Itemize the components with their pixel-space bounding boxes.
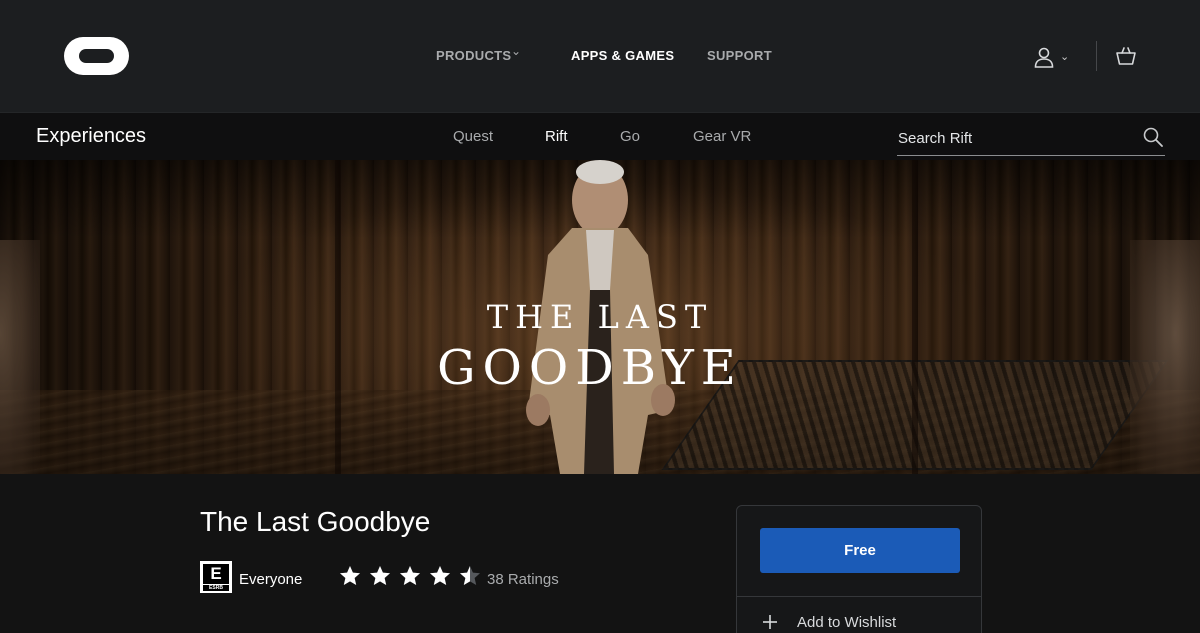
hero-side-figure bbox=[0, 240, 40, 474]
get-free-button[interactable]: Free bbox=[760, 528, 960, 573]
tab-quest[interactable]: Quest bbox=[453, 128, 493, 145]
user-icon[interactable] bbox=[1033, 46, 1055, 68]
ratings-count[interactable]: 38 Ratings bbox=[487, 571, 559, 588]
hero-wall-corner bbox=[912, 160, 918, 474]
search-bar bbox=[897, 123, 1165, 156]
tab-go[interactable]: Go bbox=[620, 128, 640, 145]
tab-rift[interactable]: Rift bbox=[545, 128, 568, 145]
plus-icon bbox=[763, 615, 777, 629]
top-navigation: PRODUCTS ⌄ APPS & GAMES SUPPORT ⌄ bbox=[0, 0, 1200, 112]
nav-products[interactable]: PRODUCTS bbox=[436, 48, 511, 63]
wishlist-label: Add to Wishlist bbox=[797, 614, 897, 631]
tab-gear-vr[interactable]: Gear VR bbox=[693, 128, 751, 145]
hero-banner: THE LAST GOODBYE bbox=[0, 160, 1200, 474]
star-icon bbox=[430, 566, 450, 585]
age-rating-label: Everyone bbox=[239, 571, 303, 588]
chevron-down-icon[interactable]: ⌄ bbox=[511, 44, 521, 58]
nav-apps-games[interactable]: APPS & GAMES bbox=[571, 48, 674, 63]
nav-divider bbox=[1096, 41, 1097, 71]
hero-title-line-1: THE LAST bbox=[486, 298, 714, 336]
purchase-card: Free Add to Wishlist bbox=[736, 505, 982, 633]
oculus-logo[interactable] bbox=[64, 37, 129, 75]
esrb-brand: ESRB bbox=[203, 585, 229, 591]
star-icon bbox=[400, 566, 420, 585]
search-icon[interactable] bbox=[1143, 127, 1163, 147]
hero-title-line-2: GOODBYE bbox=[437, 340, 743, 396]
hero-wall-corner bbox=[335, 160, 341, 474]
star-icon bbox=[370, 566, 390, 585]
hero-side-figure bbox=[1130, 240, 1200, 474]
product-title: The Last Goodbye bbox=[200, 506, 431, 537]
account-chevron-down-icon[interactable]: ⌄ bbox=[1060, 50, 1069, 63]
star-icon bbox=[460, 566, 480, 585]
store-subnav: Experiences Quest Rift Go Gear VR bbox=[0, 112, 1200, 160]
esrb-letter: E bbox=[203, 564, 229, 584]
card-divider bbox=[737, 596, 981, 597]
nav-support[interactable]: SUPPORT bbox=[707, 48, 772, 63]
search-input[interactable] bbox=[897, 123, 1132, 153]
star-icon bbox=[340, 566, 360, 585]
esrb-rating-icon[interactable]: E ESRB bbox=[200, 561, 232, 593]
cart-icon[interactable] bbox=[1115, 46, 1137, 66]
section-title[interactable]: Experiences bbox=[36, 125, 146, 148]
